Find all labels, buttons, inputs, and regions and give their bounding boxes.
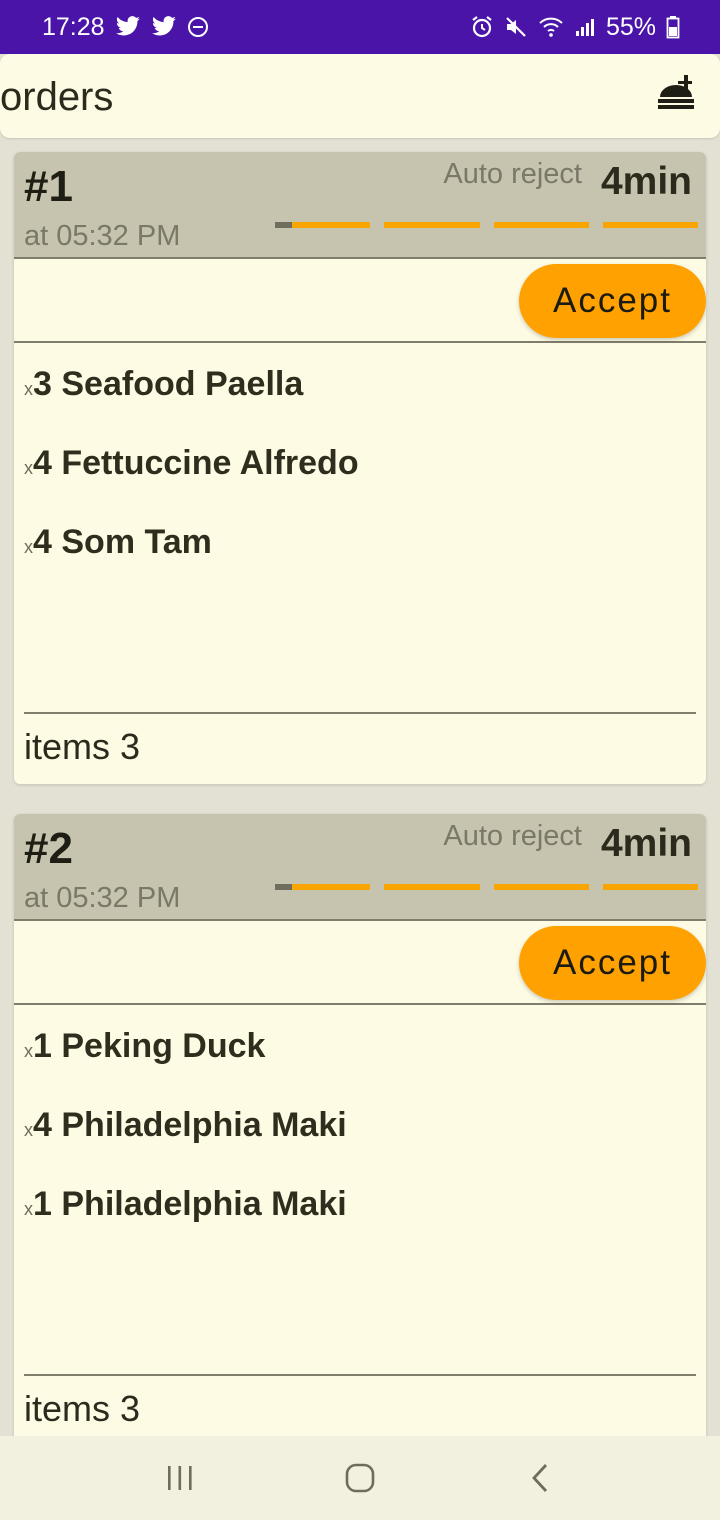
- list-item: x3 Seafood Paella: [24, 365, 304, 403]
- item-qty: 4: [33, 1106, 52, 1144]
- list-item: x4 Fettuccine Alfredo: [24, 444, 359, 482]
- order-items: x1 Peking Duck x4 Philadelphia Maki x1 P…: [14, 1005, 706, 1376]
- item-name: Fettuccine Alfredo: [61, 444, 359, 482]
- list-item: x1 Peking Duck: [24, 1027, 266, 1065]
- order-card[interactable]: #2 at 05:32 PM Auto reject 4min Accept x…: [14, 814, 706, 1446]
- battery-icon: [666, 15, 680, 39]
- order-card[interactable]: #1 at 05:32 PM Auto reject 4min Accept x…: [14, 152, 706, 784]
- home-icon[interactable]: [330, 1448, 390, 1508]
- timer-segment: [384, 222, 480, 228]
- recent-apps-icon[interactable]: [150, 1448, 210, 1508]
- page-title: orders: [0, 74, 114, 119]
- order-header: #1 at 05:32 PM Auto reject 4min: [14, 152, 706, 259]
- item-qty: 4: [33, 444, 52, 482]
- item-qty: 1: [33, 1185, 52, 1223]
- order-summary: items 3: [24, 726, 141, 767]
- order-actions: Accept: [14, 921, 706, 1005]
- order-number: #2: [24, 824, 73, 873]
- list-item: x4 Som Tam: [24, 523, 212, 561]
- auto-reject-timer-bar: [275, 884, 698, 890]
- item-name: Seafood Paella: [61, 365, 304, 403]
- signal-icon: [574, 16, 596, 38]
- item-name: Philadelphia Maki: [61, 1185, 347, 1223]
- item-name: Philadelphia Maki: [61, 1106, 347, 1144]
- alarm-icon: [470, 15, 494, 39]
- back-icon[interactable]: [510, 1448, 570, 1508]
- auto-reject-minutes: 4min: [600, 822, 692, 865]
- timer-segment: [493, 884, 589, 890]
- timer-segment: [602, 222, 698, 228]
- status-bar: 17:28 55%: [0, 0, 720, 54]
- item-name: Peking Duck: [61, 1027, 266, 1065]
- order-actions: Accept: [14, 259, 706, 343]
- timer-segment: [384, 884, 480, 890]
- item-qty: 4: [33, 523, 52, 561]
- order-time: at 05:32 PM: [24, 220, 181, 252]
- app-bar: orders: [0, 54, 720, 138]
- item-name: Som Tam: [61, 523, 212, 561]
- item-qty: 1: [33, 1027, 52, 1065]
- list-item: x4 Philadelphia Maki: [24, 1106, 347, 1144]
- order-header: #2 at 05:32 PM Auto reject 4min: [14, 814, 706, 921]
- food-icon[interactable]: [656, 73, 698, 120]
- auto-reject-label: Auto reject: [443, 158, 582, 190]
- timer-elapsed: [275, 222, 292, 228]
- item-qty: 3: [33, 365, 52, 403]
- twitter-icon: [151, 16, 177, 38]
- battery-percent: 55%: [605, 12, 656, 41]
- accept-button[interactable]: Accept: [519, 264, 706, 338]
- timer-segment: [493, 222, 589, 228]
- auto-reject-label: Auto reject: [443, 820, 582, 852]
- mute-icon: [504, 15, 528, 39]
- list-item: x1 Philadelphia Maki: [24, 1185, 347, 1223]
- auto-reject-minutes: 4min: [600, 160, 692, 203]
- timer-segment: [602, 884, 698, 890]
- divider: [24, 1374, 696, 1376]
- wifi-icon: [538, 16, 564, 38]
- accept-button[interactable]: Accept: [519, 926, 706, 1000]
- timer-elapsed: [275, 884, 292, 890]
- order-time: at 05:32 PM: [24, 882, 181, 914]
- status-time: 17:28: [42, 12, 105, 41]
- auto-reject-timer-bar: [275, 222, 698, 228]
- twitter-icon: [115, 16, 141, 38]
- do-not-disturb-icon: [187, 16, 209, 38]
- order-number: #1: [24, 162, 73, 211]
- system-nav-bar: [0, 1436, 720, 1520]
- order-items: x3 Seafood Paella x4 Fettuccine Alfredo …: [14, 343, 706, 714]
- divider: [24, 712, 696, 714]
